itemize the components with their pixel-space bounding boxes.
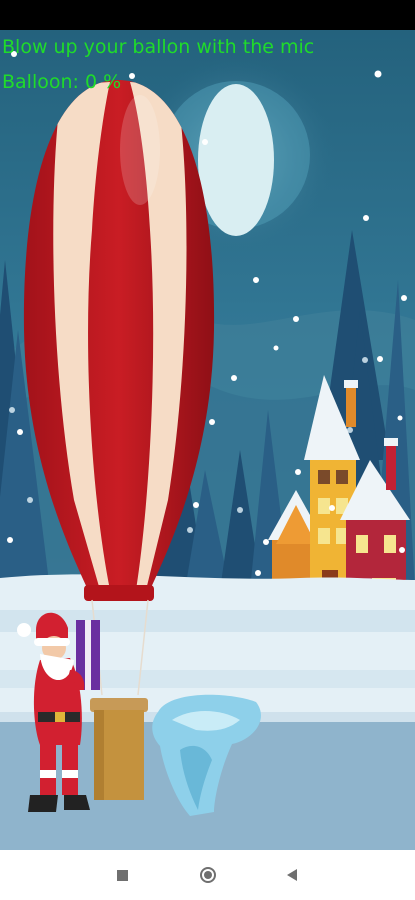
triangle-back-icon [287, 869, 297, 881]
moon [198, 84, 274, 236]
recents-button[interactable] [92, 850, 152, 900]
balloon-basket [90, 698, 148, 800]
home-button[interactable] [178, 850, 238, 900]
hud-instruction-text: Blow up your ballon with the mic [2, 36, 315, 58]
circle-icon [200, 867, 216, 883]
game-canvas[interactable]: Blow up your ballon with the mic Balloon… [0, 30, 415, 850]
navigation-bar [0, 850, 415, 900]
back-button[interactable] [262, 850, 322, 900]
winter-scene [0, 30, 415, 850]
square-icon [116, 869, 128, 881]
status-bar [0, 0, 415, 30]
hud-balloon-percent: Balloon: 0 % [2, 71, 122, 93]
